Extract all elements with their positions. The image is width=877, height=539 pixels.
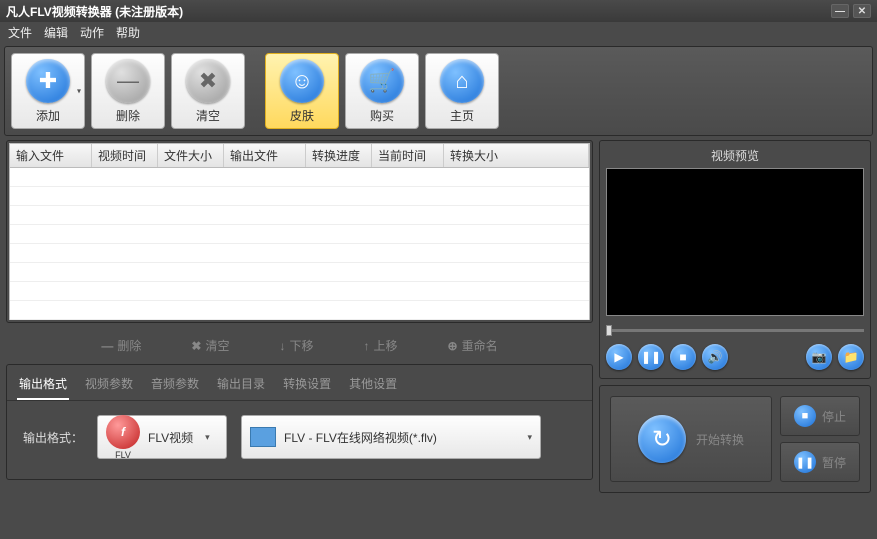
pause-icon: ❚❚ (794, 451, 816, 473)
minus-icon: — (101, 339, 113, 353)
list-actions: —删除 ✖清空 ↓下移 ↑上移 ⊕重命名 (6, 329, 593, 358)
add-button[interactable]: ✚ 添加 ▾ (11, 53, 85, 129)
tab-other-settings[interactable]: 其他设置 (347, 371, 399, 400)
stop-button[interactable]: ■ (670, 344, 696, 370)
list-clear-button[interactable]: ✖清空 (191, 337, 229, 354)
preview-title: 视频预览 (606, 145, 864, 168)
start-convert-button[interactable]: ↻ 开始转换 (610, 396, 772, 482)
menu-file[interactable]: 文件 (8, 24, 32, 41)
close-button[interactable]: ✕ (853, 4, 871, 18)
col-progress[interactable]: 转换进度 (306, 144, 372, 167)
preview-panel: 视频预览 ▶ ❚❚ ■ 🔊 📷 📁 (599, 140, 871, 379)
preview-screen (606, 168, 864, 316)
list-delete-button[interactable]: —删除 (101, 337, 141, 354)
list-movedown-button[interactable]: ↓下移 (279, 337, 313, 354)
home-button[interactable]: ⌂ 主页 (425, 53, 499, 129)
convert-icon: ↻ (638, 415, 686, 463)
chevron-down-icon: ▾ (527, 432, 532, 443)
smile-icon: ☺ (280, 59, 324, 103)
menu-action[interactable]: 动作 (80, 24, 104, 41)
play-button[interactable]: ▶ (606, 344, 632, 370)
col-current-time[interactable]: 当前时间 (372, 144, 444, 167)
stop-convert-button[interactable]: ■ 停止 (780, 396, 860, 436)
tab-output-format[interactable]: 输出格式 (17, 371, 69, 400)
pause-convert-button[interactable]: ❚❚ 暂停 (780, 442, 860, 482)
cart-icon: 🛒 (360, 59, 404, 103)
delete-button[interactable]: — 删除 (91, 53, 165, 129)
file-list-header: 输入文件 视频时间 文件大小 输出文件 转换进度 当前时间 转换大小 (9, 143, 590, 168)
chevron-down-icon[interactable]: ▾ (77, 87, 81, 96)
action-panel: ↻ 开始转换 ■ 停止 ❚❚ 暂停 (599, 385, 871, 493)
arrow-up-icon: ↑ (364, 339, 370, 353)
col-video-time[interactable]: 视频时间 (92, 144, 158, 167)
col-output-size[interactable]: 转换大小 (444, 144, 589, 167)
toolbar: ✚ 添加 ▾ — 删除 ✖ 清空 ☺ 皮肤 🛒 购买 ⌂ 主页 (4, 46, 873, 136)
window-title: 凡人FLV视频转换器 (未注册版本) (6, 3, 183, 20)
rename-icon: ⊕ (448, 339, 458, 353)
file-list-body[interactable] (9, 168, 590, 320)
format-select[interactable]: f FLV FLV视频 ▾ (97, 415, 227, 459)
tab-body: 输出格式： f FLV FLV视频 ▾ FLV - FLV在线网络视频(*.fl… (7, 401, 592, 479)
chevron-down-icon: ▾ (205, 432, 210, 443)
profile-select[interactable]: FLV - FLV在线网络视频(*.flv) ▾ (241, 415, 541, 459)
minimize-button[interactable]: — (831, 4, 849, 18)
home-icon: ⌂ (440, 59, 484, 103)
menu-edit[interactable]: 编辑 (44, 24, 68, 41)
col-input-file[interactable]: 输入文件 (10, 144, 92, 167)
stop-icon: ■ (794, 405, 816, 427)
list-moveup-button[interactable]: ↑上移 (364, 337, 398, 354)
tab-bar: 输出格式 视频参数 音频参数 输出目录 转换设置 其他设置 (7, 365, 592, 401)
plus-icon: ✚ (26, 59, 70, 103)
tab-convert-settings[interactable]: 转换设置 (281, 371, 333, 400)
flv-icon: f (106, 415, 140, 449)
buy-button[interactable]: 🛒 购买 (345, 53, 419, 129)
minus-icon: — (106, 59, 150, 103)
settings-tabs: 输出格式 视频参数 音频参数 输出目录 转换设置 其他设置 输出格式： f FL… (6, 364, 593, 480)
clear-button[interactable]: ✖ 清空 (171, 53, 245, 129)
col-file-size[interactable]: 文件大小 (158, 144, 224, 167)
menubar: 文件 编辑 动作 帮助 (0, 22, 877, 42)
preview-slider[interactable] (606, 322, 864, 338)
output-format-label: 输出格式： (23, 429, 83, 446)
pause-button[interactable]: ❚❚ (638, 344, 664, 370)
preview-controls: ▶ ❚❚ ■ 🔊 📷 📁 (606, 344, 864, 370)
tab-output-dir[interactable]: 输出目录 (215, 371, 267, 400)
snapshot-button[interactable]: 📷 (806, 344, 832, 370)
tab-video-params[interactable]: 视频参数 (83, 371, 135, 400)
tab-audio-params[interactable]: 音频参数 (149, 371, 201, 400)
titlebar: 凡人FLV视频转换器 (未注册版本) — ✕ (0, 0, 877, 22)
open-folder-button[interactable]: 📁 (838, 344, 864, 370)
package-icon (250, 427, 276, 447)
arrow-down-icon: ↓ (279, 339, 285, 353)
list-rename-button[interactable]: ⊕重命名 (448, 337, 498, 354)
volume-button[interactable]: 🔊 (702, 344, 728, 370)
menu-help[interactable]: 帮助 (116, 24, 140, 41)
x-icon: ✖ (186, 59, 230, 103)
file-list-panel: 输入文件 视频时间 文件大小 输出文件 转换进度 当前时间 转换大小 (6, 140, 593, 323)
col-output-file[interactable]: 输出文件 (224, 144, 306, 167)
skin-button[interactable]: ☺ 皮肤 (265, 53, 339, 129)
x-icon: ✖ (191, 339, 201, 353)
